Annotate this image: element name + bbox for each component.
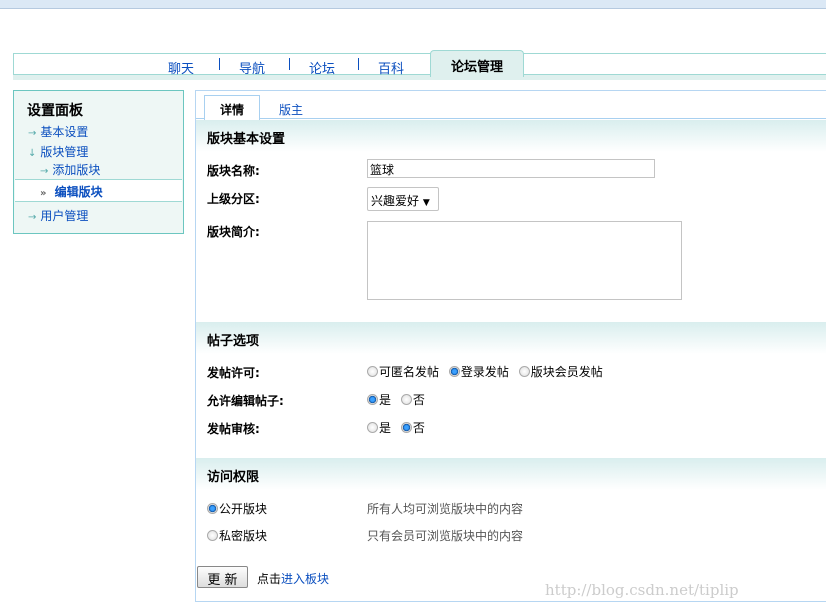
- label: 否: [412, 393, 425, 407]
- radio-checked-icon: [367, 394, 378, 405]
- parent-select[interactable]: 兴趣爱好 ▼: [367, 187, 439, 211]
- label: 私密版块: [219, 529, 268, 543]
- arrow-right-icon: →: [28, 212, 37, 223]
- radio-private[interactable]: 私密版块: [207, 527, 267, 544]
- post-permission-options: 可匿名发帖 登录发帖 版块会员发帖: [367, 363, 609, 380]
- radio-public[interactable]: 公开版块: [207, 500, 267, 517]
- label: 版块会员发帖: [530, 365, 603, 379]
- radio-icon: [518, 366, 530, 377]
- radio-edit-no[interactable]: 否: [400, 393, 425, 407]
- browser-top-bar: [0, 0, 826, 9]
- sidebar-item-users[interactable]: → 用户管理: [28, 207, 88, 224]
- arrow-right-icon: →: [40, 166, 49, 177]
- label: 否: [412, 421, 425, 435]
- section-basic-title: 版块基本设置: [196, 120, 826, 152]
- label: 添加版块: [52, 163, 101, 177]
- dropdown-arrow-icon: ▼: [422, 198, 430, 208]
- nav-wiki[interactable]: 百科: [378, 58, 404, 77]
- arrow-right-icon: →: [28, 128, 37, 139]
- radio-checked-icon: [448, 366, 460, 377]
- nav-forum-admin[interactable]: 论坛管理: [430, 50, 524, 77]
- audit-options: 是 否: [367, 419, 431, 436]
- hint-text: 点击: [257, 572, 282, 586]
- radio-checked-icon: [400, 422, 412, 433]
- tab-line: [196, 118, 826, 119]
- label: 是: [379, 393, 392, 407]
- radio-checked-icon: [207, 503, 218, 514]
- tab-details[interactable]: 详情: [204, 95, 260, 120]
- label: 编辑版块: [54, 185, 103, 199]
- nav-bar: [13, 53, 826, 75]
- sidebar-item-board-manage[interactable]: ↓ 版块管理: [28, 143, 88, 160]
- double-chevron-icon: »: [40, 188, 47, 199]
- parent-label: 上级分区:: [207, 192, 260, 206]
- radio-anonymous[interactable]: 可匿名发帖: [367, 365, 439, 379]
- audit-label: 发帖审核:: [207, 422, 260, 436]
- desc-label: 版块简介:: [207, 225, 260, 239]
- label: 基本设置: [40, 125, 89, 139]
- board-description-textarea[interactable]: [367, 221, 682, 300]
- section-posts-title: 帖子选项: [196, 322, 826, 354]
- label: 用户管理: [40, 209, 89, 223]
- radio-audit-no[interactable]: 否: [400, 421, 425, 435]
- enter-board-link[interactable]: 进入板块: [281, 572, 329, 586]
- nav-underline: [13, 75, 826, 80]
- radio-icon: [400, 394, 412, 405]
- tab-moderators[interactable]: 版主: [279, 101, 303, 118]
- sidebar-title: 设置面板: [27, 103, 83, 119]
- name-label: 版块名称:: [207, 164, 260, 178]
- label: 公开版块: [219, 502, 268, 516]
- allow-edit-options: 是 否: [367, 391, 431, 408]
- label: 版块管理: [40, 145, 89, 159]
- radio-icon: [207, 530, 218, 541]
- label: 可匿名发帖: [379, 365, 440, 379]
- radio-audit-yes[interactable]: 是: [367, 421, 391, 435]
- radio-icon: [367, 366, 378, 377]
- update-button[interactable]: 更 新: [197, 566, 248, 588]
- radio-logged-in[interactable]: 登录发帖: [448, 365, 509, 379]
- radio-members[interactable]: 版块会员发帖: [518, 365, 603, 379]
- section-access-title: 访问权限: [196, 458, 826, 490]
- board-name-input[interactable]: 篮球: [367, 159, 655, 178]
- nav-chat[interactable]: 聊天: [168, 58, 194, 77]
- arrow-down-icon: ↓: [28, 148, 37, 159]
- nav-forum[interactable]: 论坛: [309, 58, 335, 77]
- nav-navigation[interactable]: 导航: [239, 58, 265, 77]
- parent-value: 兴趣爱好: [371, 194, 420, 208]
- label: 是: [379, 421, 392, 435]
- watermark: http://blog.csdn.net/tiplip: [545, 581, 739, 599]
- nav-separator: [289, 58, 290, 70]
- label: 登录发帖: [460, 365, 509, 379]
- sidebar-item-basic[interactable]: → 基本设置: [28, 123, 88, 140]
- sidebar-item-edit-board[interactable]: » 编辑版块: [40, 183, 103, 200]
- radio-icon: [367, 422, 378, 433]
- public-description: 所有人均可浏览版块中的内容: [367, 502, 524, 516]
- private-description: 只有会员可浏览版块中的内容: [367, 529, 524, 543]
- footer-hint: 点击进入板块: [257, 570, 329, 587]
- allow-edit-label: 允许编辑帖子:: [207, 394, 284, 408]
- nav-separator: [358, 58, 359, 70]
- radio-edit-yes[interactable]: 是: [367, 393, 391, 407]
- post-permission-label: 发帖许可:: [207, 366, 260, 380]
- nav-separator: [219, 58, 220, 70]
- sidebar-item-add-board[interactable]: → 添加版块: [40, 161, 100, 178]
